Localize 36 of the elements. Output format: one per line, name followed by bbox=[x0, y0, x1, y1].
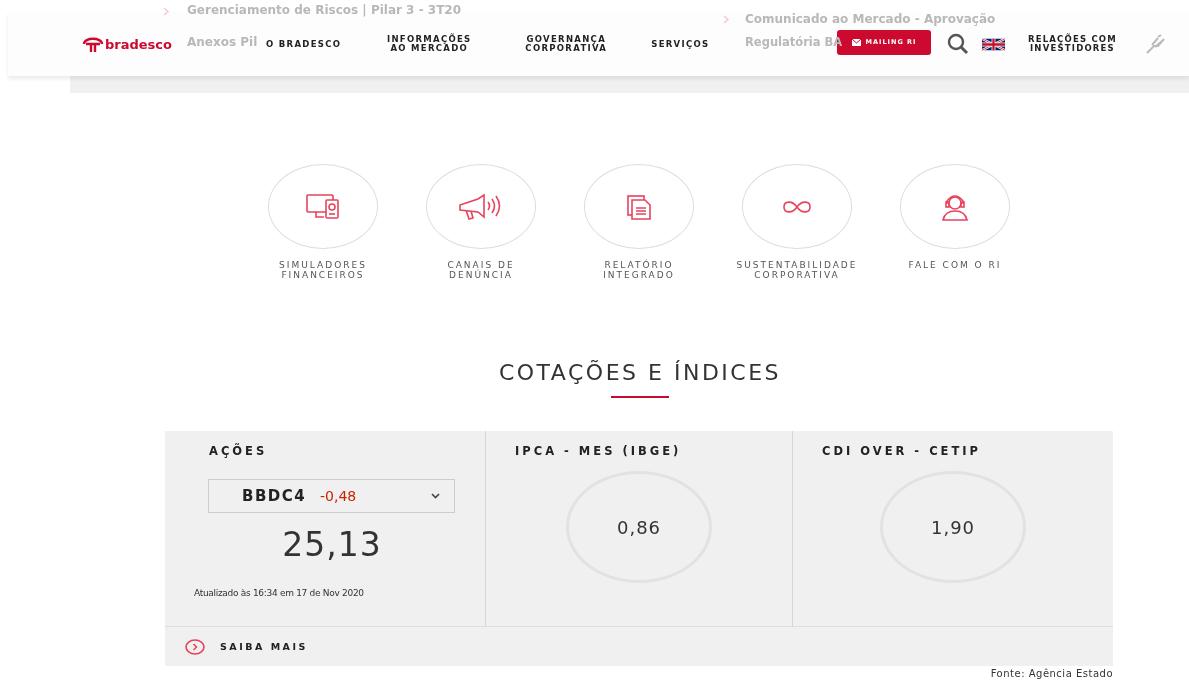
index-value: 0,86 bbox=[616, 516, 662, 538]
document-icon bbox=[626, 193, 652, 220]
index-label: IPCA - MES (IBGE) bbox=[515, 444, 682, 458]
envelope-icon bbox=[852, 38, 862, 46]
headset-icon bbox=[941, 192, 969, 221]
monitor-icon bbox=[306, 193, 340, 220]
shortcut-button[interactable] bbox=[584, 164, 694, 249]
caret-icon bbox=[431, 493, 440, 499]
section-title: COTAÇÕES E ÍNDICES bbox=[497, 360, 783, 386]
shortcut-button[interactable] bbox=[268, 164, 378, 249]
shortcut-label: FALE COM O RI bbox=[907, 260, 1003, 270]
shortcut-label: CANAIS DE DENÚNCIA bbox=[446, 260, 516, 280]
shortcut-button[interactable] bbox=[426, 164, 536, 249]
bradesco-logo[interactable]: bradesco bbox=[82, 34, 172, 54]
shortcut-button[interactable] bbox=[900, 164, 1010, 249]
stock-price: 25,13 bbox=[281, 525, 383, 564]
flag-icon[interactable] bbox=[982, 37, 1006, 51]
investors-link[interactable]: RELAÇÕES COM INVESTIDORES bbox=[1022, 35, 1123, 53]
shortcut-label: RELATÓRIO INTEGRADO bbox=[602, 260, 676, 280]
shortcut-label: SIMULADORES FINANCEIROS bbox=[278, 260, 368, 280]
index-label: CDI OVER - CETIP bbox=[822, 444, 981, 458]
nav-link[interactable]: SERVIÇOS bbox=[651, 39, 710, 49]
shortcut-label: SUSTENTABILIDADE CORPORATIVA bbox=[735, 260, 859, 280]
index-value: 1,90 bbox=[930, 516, 976, 538]
search-icon[interactable] bbox=[947, 33, 970, 55]
more-link[interactable]: SAIBA MAIS bbox=[220, 641, 308, 652]
update-time: Atualizado às 16:34 em 17 de Nov 2020 bbox=[194, 588, 365, 598]
arrow-circle-icon[interactable] bbox=[185, 638, 205, 655]
nav-link[interactable]: INFORMAÇÕES AO MERCADO bbox=[381, 35, 478, 53]
chevron-icon bbox=[163, 7, 170, 16]
stock-select[interactable]: BBDC4 -0,48 bbox=[208, 479, 455, 513]
source-note: Fonte: Agência Estado bbox=[990, 668, 1113, 679]
chevron-icon bbox=[723, 15, 730, 24]
stocks-label: AÇÕES bbox=[209, 444, 269, 458]
infinity-icon bbox=[782, 199, 812, 214]
nav-link[interactable]: GOVERNANÇA CORPORATIVA bbox=[519, 35, 614, 53]
